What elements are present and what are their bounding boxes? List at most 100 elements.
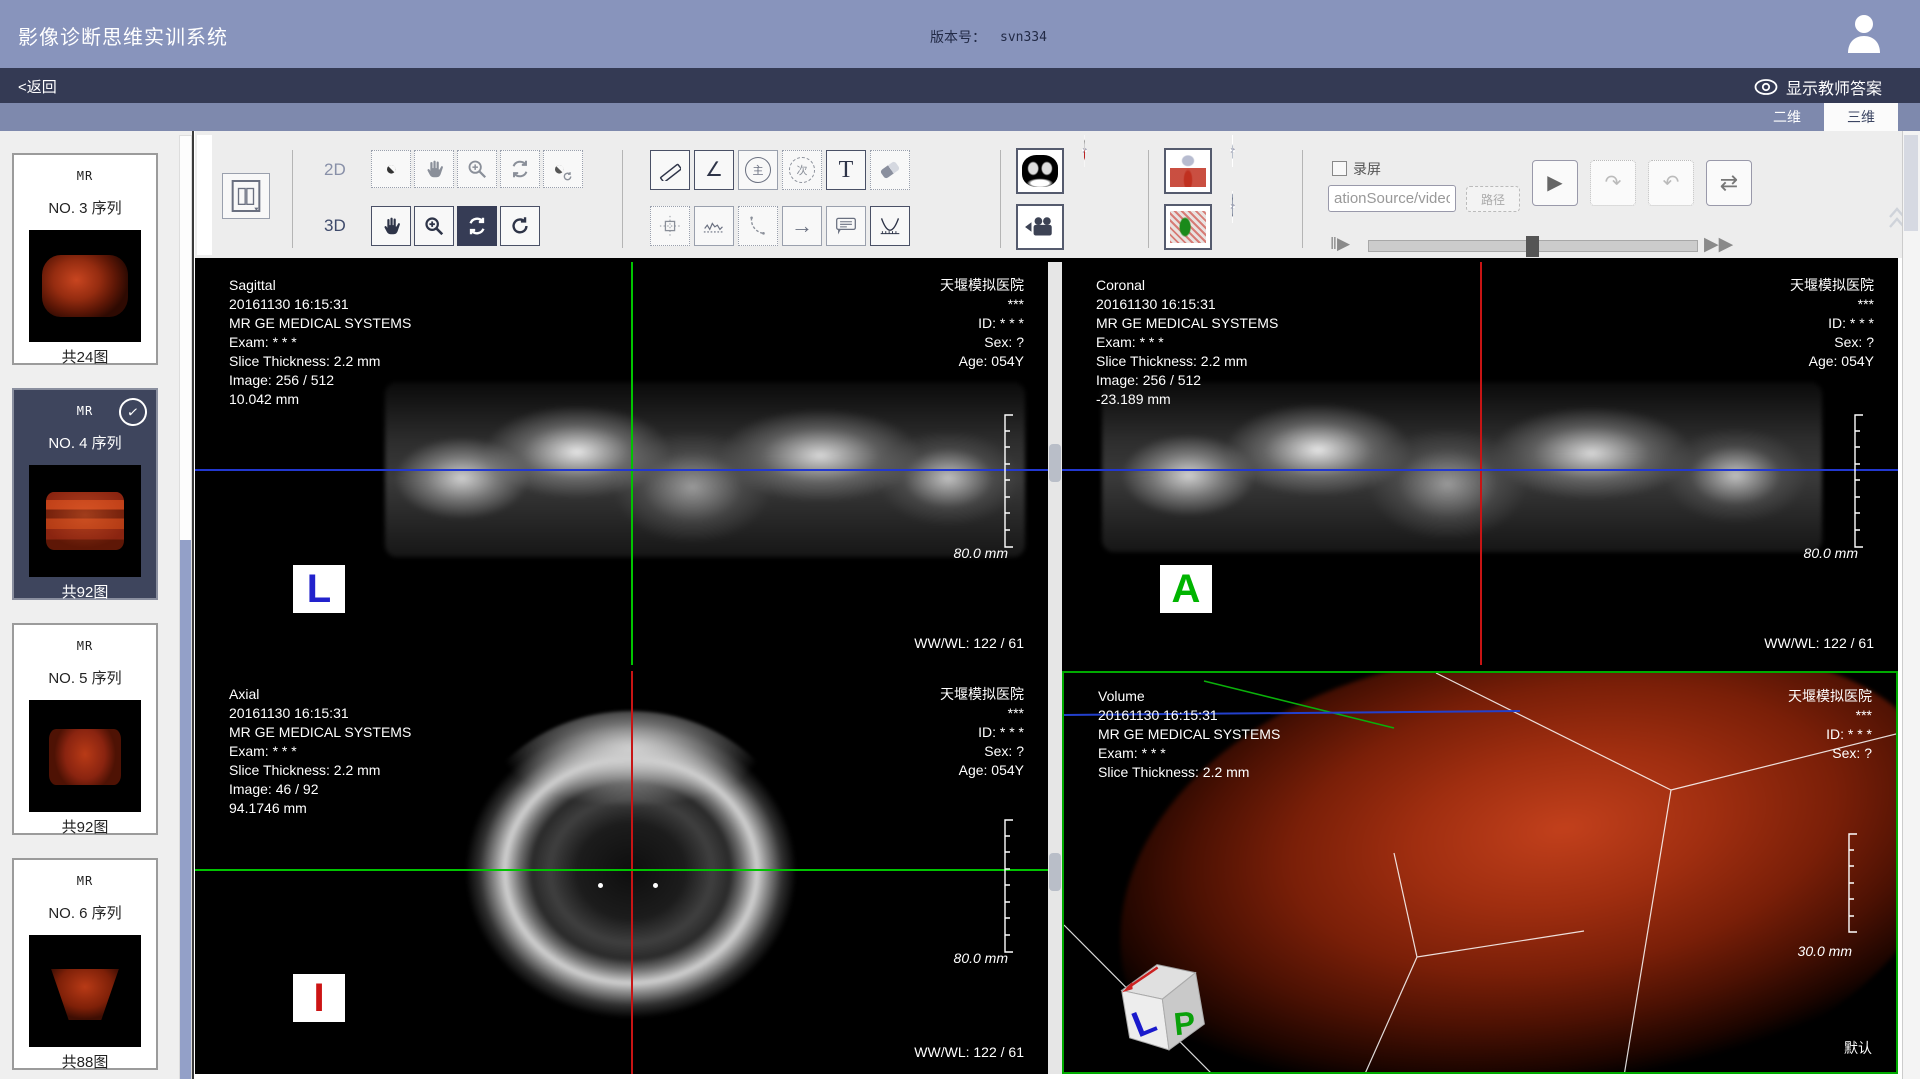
segmentation-preset-button[interactable] xyxy=(1164,204,1212,250)
series-card-4-selected[interactable]: ✓ MR NO. 4 序列 共92图 xyxy=(12,388,158,600)
rotate-3d-button-selected[interactable] xyxy=(457,206,497,246)
wwwl-label: WW/WL: 122 / 61 xyxy=(914,635,1024,651)
play-icon: ▶ xyxy=(1547,173,1562,193)
ct-slice-button[interactable] xyxy=(1016,148,1064,194)
volume-thumb-render xyxy=(42,255,127,318)
wwwl-reset-button[interactable]: ◐ xyxy=(543,150,583,188)
arc-tool-button[interactable] xyxy=(738,206,778,246)
app-root: 影像诊断思维实训系统 版本号： svn334 <返回 显示教师答案 二维 三维 … xyxy=(0,0,1920,1079)
ellipse-sub-tool-button[interactable]: 次 xyxy=(782,150,822,190)
splitter-handle[interactable] xyxy=(1049,444,1061,482)
crosshair-horizontal-green[interactable] xyxy=(195,869,1048,871)
eraser-tool-button[interactable] xyxy=(870,150,910,190)
path-button[interactable]: 路径 xyxy=(1466,186,1520,212)
series-card-6[interactable]: MR NO. 6 序列 共88图 xyxy=(12,858,158,1070)
viewport-sagittal[interactable]: Sagittal 20161130 16:15:31 MR GE MEDICAL… xyxy=(195,262,1048,665)
profile-curve-tool-button[interactable] xyxy=(694,206,734,246)
series-title: NO. 3 序列 xyxy=(14,197,156,218)
series-card-3[interactable]: MR NO. 3 序列 共24图 xyxy=(12,153,158,365)
arrow-tool-button[interactable]: → xyxy=(782,206,822,246)
scale-ruler xyxy=(1846,833,1858,933)
viewport-axial[interactable]: Axial 20161130 16:15:31 MR GE MEDICAL SY… xyxy=(195,671,1048,1074)
rotate-reset-button[interactable] xyxy=(500,206,540,246)
play-button[interactable]: ▶ xyxy=(1532,160,1578,206)
sidebar-scrollbar-thumb[interactable] xyxy=(180,540,191,1079)
scale-ruler xyxy=(1002,819,1014,953)
loop-back-button[interactable]: ↶ xyxy=(1648,160,1694,206)
view-tab-strip xyxy=(0,103,1920,131)
frame-slider-thumb[interactable] xyxy=(1526,236,1539,257)
viewport-volume-selected[interactable]: Volume 20161130 16:15:31 MR GE MEDICAL S… xyxy=(1062,671,1898,1074)
parabola-ruler-icon xyxy=(879,215,901,237)
step-end-icon[interactable]: ▶▶ xyxy=(1704,233,1733,256)
text-tool-icon: T xyxy=(839,158,854,182)
crosshair-horizontal-blue[interactable] xyxy=(1062,469,1898,471)
marker-dot xyxy=(598,883,603,888)
show-teacher-answer-button[interactable]: 显示教师答案 xyxy=(1754,75,1882,99)
page-scrollbar-thumb[interactable] xyxy=(1904,135,1918,231)
comment-tool-button[interactable] xyxy=(826,206,866,246)
wwwl-button[interactable]: ◐ xyxy=(371,150,411,188)
cube-right-label: P xyxy=(1172,1004,1197,1042)
app-title: 影像诊断思维实训系统 xyxy=(18,21,228,50)
series-count: 共92图 xyxy=(14,816,156,837)
show-teacher-answer-label: 显示教师答案 xyxy=(1786,75,1882,99)
angle-tool-button[interactable]: ∠ xyxy=(694,150,734,190)
record-label: 录屏 xyxy=(1353,159,1381,179)
crosshair-horizontal-blue[interactable] xyxy=(195,469,1048,471)
ellipse-main-tool-button[interactable]: 主 xyxy=(738,150,778,190)
page-scrollbar-track[interactable] xyxy=(1902,131,1920,1079)
step-start-icon[interactable]: ‖▶ xyxy=(1330,234,1350,254)
patient-info: 天堰模拟医院 *** ID: * * * Sex: ? xyxy=(1788,687,1872,763)
back-link[interactable]: <返回 xyxy=(18,76,57,97)
record-checkbox[interactable] xyxy=(1332,161,1347,176)
marker-dot xyxy=(653,883,658,888)
ct-slice-icon xyxy=(1022,155,1058,187)
skull-3d-icon xyxy=(1084,135,1085,167)
viewport-title: Axial xyxy=(229,685,411,704)
curve-measure-tool-button[interactable] xyxy=(870,206,910,246)
version-label: 版本号： xyxy=(930,27,986,47)
crosshair-vertical-red[interactable] xyxy=(631,671,633,1074)
bottom-margin xyxy=(195,1074,1920,1079)
tab-3d[interactable]: 三维 xyxy=(1824,103,1898,131)
toolbar-left-splitter[interactable] xyxy=(197,135,212,255)
toolbar-divider xyxy=(292,150,293,248)
tab-2d[interactable]: 二维 xyxy=(1750,103,1824,131)
ruler-tool-button[interactable] xyxy=(650,150,690,190)
heart-preset-button[interactable] xyxy=(1230,204,1235,209)
viewport-title: Coronal xyxy=(1096,276,1278,295)
rotate-sync-2d-button[interactable] xyxy=(500,150,540,188)
series-count: 共88图 xyxy=(14,1051,156,1072)
viewport-coronal[interactable]: Coronal 20161130 16:15:31 MR GE MEDICAL … xyxy=(1062,262,1898,665)
ct-bed-preset-button[interactable] xyxy=(1230,148,1235,153)
skull-3d-button[interactable] xyxy=(1082,148,1087,153)
user-avatar[interactable] xyxy=(1845,11,1883,60)
scale-label: 80.0 mm xyxy=(1804,545,1858,561)
zoom-2d-button[interactable] xyxy=(457,150,497,188)
toolbar-divider xyxy=(1000,150,1001,248)
pan-3d-button[interactable] xyxy=(371,206,411,246)
layout-button[interactable] xyxy=(222,173,270,219)
rotate-sync-icon xyxy=(509,158,531,180)
splitter-handle[interactable] xyxy=(1049,853,1061,891)
export-video-button[interactable] xyxy=(1016,204,1064,250)
rotate-reset-icon xyxy=(509,215,531,237)
knee-preset-button[interactable] xyxy=(1164,148,1212,194)
scale-ruler xyxy=(1002,414,1014,548)
series-title: NO. 5 序列 xyxy=(14,667,156,688)
main-ellipse-icon: 主 xyxy=(745,157,771,183)
viewport-splitter-vertical[interactable] xyxy=(1048,262,1062,1074)
swap-direction-button[interactable]: ⇄ xyxy=(1706,160,1752,206)
pan-2d-button[interactable] xyxy=(414,150,454,188)
text-tool-button[interactable]: T xyxy=(826,150,866,190)
zoom-3d-button[interactable] xyxy=(414,206,454,246)
crosshair-vertical-red[interactable] xyxy=(1480,262,1482,665)
ct-bed-preset-icon xyxy=(1232,135,1233,167)
roi-box-tool-button[interactable] xyxy=(650,206,690,246)
loop-forward-button[interactable]: ↷ xyxy=(1590,160,1636,206)
swap-icon: ⇄ xyxy=(1720,172,1738,194)
video-path-input[interactable] xyxy=(1328,185,1456,212)
crosshair-vertical-green[interactable] xyxy=(631,262,633,665)
series-card-5[interactable]: MR NO. 5 序列 共92图 xyxy=(12,623,158,835)
